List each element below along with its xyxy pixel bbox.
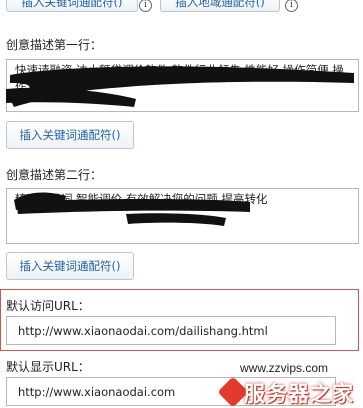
line1-insert-keyword-button[interactable]: 插入关键词通配符() xyxy=(6,121,134,149)
insert-region-button[interactable]: 插入地域通配符() xyxy=(160,0,280,12)
watermark-url: www.zzvips.com xyxy=(240,361,329,375)
info-icon[interactable]: i xyxy=(139,0,152,12)
insert-keyword-button-top-label: 插入关键词通配符() xyxy=(21,0,123,9)
line2-insert-keyword-button[interactable]: 插入关键词通配符() xyxy=(6,252,134,280)
display-url-label: 默认显示URL： xyxy=(6,360,90,374)
line1-insert-keyword-label: 插入关键词通配符() xyxy=(19,128,121,142)
visit-url-value: http://www.xiaonaodai.com/dailishang.htm… xyxy=(18,323,268,338)
watermark-brand: 服务器之家 xyxy=(244,382,354,406)
display-url-value: http://www.xiaonaodai.com xyxy=(18,384,176,399)
line2-insert-keyword-label: 插入关键词通配符() xyxy=(19,259,121,273)
visit-url-input[interactable]: http://www.xiaonaodai.com/dailishang.htm… xyxy=(6,316,336,345)
insert-region-button-label: 插入地域通配符() xyxy=(175,0,265,9)
info-icon-region[interactable]: i xyxy=(285,0,298,12)
line2-label: 创意描述第二行： xyxy=(6,168,103,182)
insert-keyword-button-top[interactable]: 插入关键词通配符() xyxy=(6,0,138,12)
visit-url-label: 默认访问URL： xyxy=(6,299,90,313)
line1-label: 创意描述第一行： xyxy=(6,38,103,52)
line2-redaction xyxy=(14,192,250,226)
line1-redaction xyxy=(6,66,354,107)
